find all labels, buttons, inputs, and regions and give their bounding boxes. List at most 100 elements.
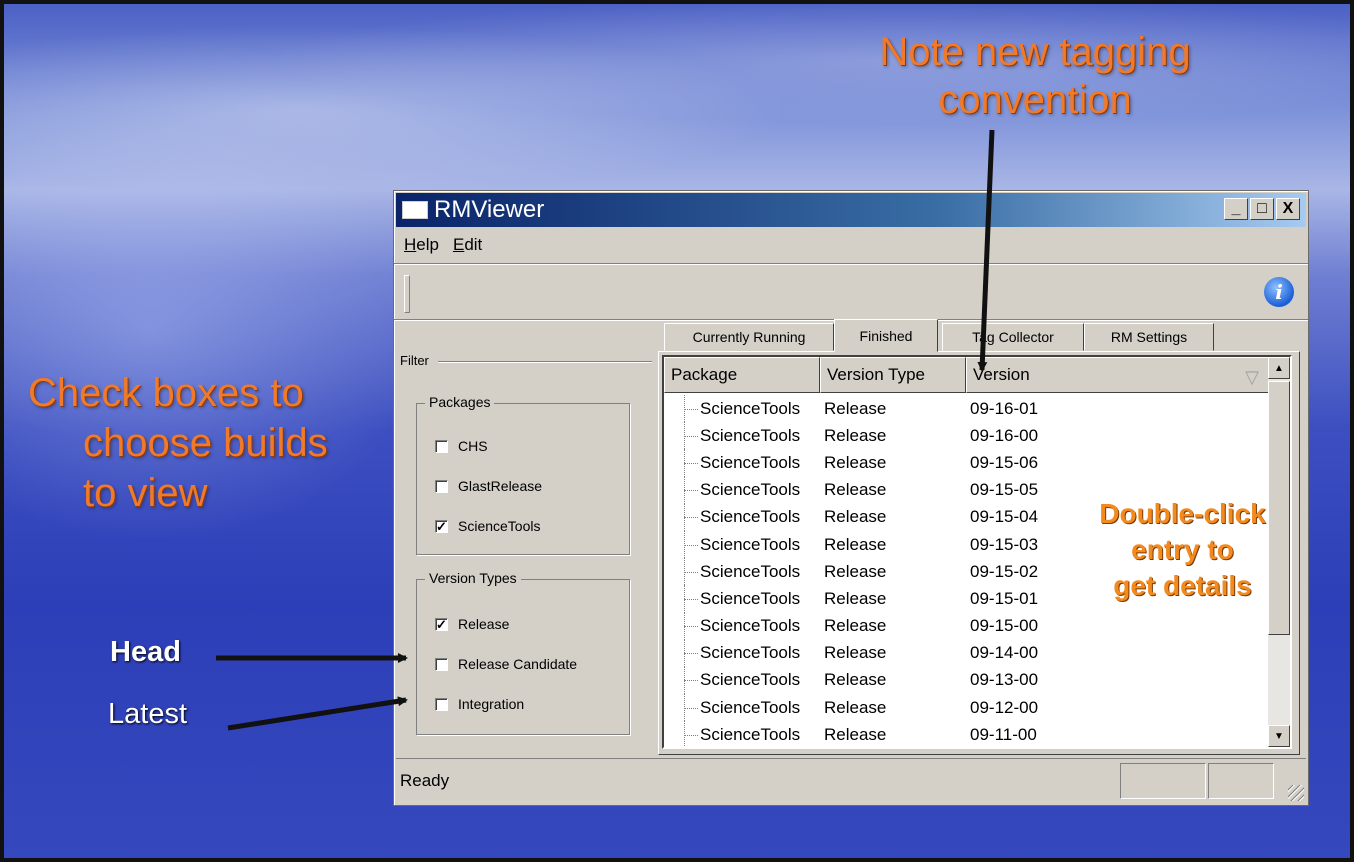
- tree-connector: [664, 694, 700, 722]
- column-header-package[interactable]: Package: [664, 357, 820, 393]
- cell-version: 09-13-00: [970, 670, 1039, 690]
- packages-group-title: Packages: [425, 394, 495, 410]
- version-checkbox-release[interactable]: ✓ Release: [435, 616, 509, 632]
- cell-version-type: Release: [824, 507, 887, 527]
- scroll-up-button[interactable]: ▲: [1268, 357, 1290, 379]
- sort-descending-icon: ▽: [1245, 367, 1259, 387]
- tree-connector: [664, 558, 700, 586]
- menu-help[interactable]: Help: [404, 235, 439, 255]
- table-row[interactable]: ScienceTools Release 09-16-01: [664, 395, 1270, 423]
- cell-version-type: Release: [824, 670, 887, 690]
- cell-package: ScienceTools: [700, 480, 801, 500]
- checkbox[interactable]: ✓: [435, 617, 448, 631]
- window-controls: _ □ X: [1224, 198, 1300, 220]
- status-bar: Ready: [396, 758, 1306, 803]
- double-click-note-line-2: entry to: [1131, 534, 1234, 565]
- menu-separator: [394, 263, 1308, 265]
- cell-package: ScienceTools: [700, 534, 801, 554]
- latest-arrow: [227, 696, 408, 731]
- tree-connector: [664, 503, 700, 532]
- cell-package: ScienceTools: [700, 588, 801, 608]
- cell-version-type: Release: [824, 724, 887, 744]
- minimize-button[interactable]: _: [1224, 198, 1248, 220]
- checkbox-note-line-2: choose builds: [83, 421, 328, 465]
- status-pane-1: [1120, 763, 1206, 799]
- checkbox[interactable]: [435, 479, 448, 493]
- cell-version-type: Release: [824, 452, 887, 472]
- packages-group: Packages CHS GlastRelease ✓ ScienceTools: [416, 394, 630, 555]
- column-header-version-type[interactable]: Version Type: [820, 357, 966, 393]
- status-pane-2: [1208, 763, 1274, 799]
- cell-version-type: Release: [824, 480, 887, 500]
- tab-rm-settings[interactable]: RM Settings: [1084, 323, 1214, 351]
- status-text: Ready: [400, 771, 450, 790]
- tab-currently-running[interactable]: Currently Running: [664, 323, 834, 351]
- filter-label: Filter: [400, 353, 429, 368]
- close-button[interactable]: X: [1276, 198, 1300, 220]
- resize-grip[interactable]: [1288, 785, 1304, 801]
- checkbox-label: ScienceTools: [458, 518, 541, 534]
- cell-package: ScienceTools: [700, 425, 801, 445]
- table-row[interactable]: ScienceTools Release 09-12-00: [664, 694, 1270, 722]
- cell-version-type: Release: [824, 588, 887, 608]
- tab-tag-collector[interactable]: Tag Collector: [942, 323, 1084, 351]
- cell-version-type: Release: [824, 398, 887, 418]
- package-checkbox-sciencetools[interactable]: ✓ ScienceTools: [435, 518, 541, 534]
- info-icon[interactable]: i: [1264, 277, 1294, 307]
- maximize-button[interactable]: □: [1250, 198, 1274, 220]
- column-header-version-label: Version: [973, 365, 1030, 384]
- cell-version: 09-15-00: [970, 616, 1039, 636]
- column-header-version[interactable]: Version ▽: [966, 357, 1270, 393]
- tab-finished[interactable]: Finished: [834, 319, 938, 352]
- cell-version: 09-14-00: [970, 643, 1039, 663]
- package-checkbox-chs[interactable]: CHS: [435, 438, 488, 454]
- table-row[interactable]: ScienceTools Release 09-14-00: [664, 639, 1270, 668]
- cell-version-type: Release: [824, 534, 887, 554]
- cell-package: ScienceTools: [700, 697, 801, 717]
- cell-package: ScienceTools: [700, 670, 801, 690]
- table-row[interactable]: ScienceTools Release 09-16-00: [664, 422, 1270, 450]
- cell-version: 09-15-06: [970, 452, 1039, 472]
- cell-version-type: Release: [824, 697, 887, 717]
- cell-package: ScienceTools: [700, 561, 801, 581]
- menu-edit[interactable]: Edit: [453, 235, 482, 255]
- cell-package: ScienceTools: [700, 452, 801, 472]
- checkbox[interactable]: [435, 439, 448, 453]
- toolbar-grip[interactable]: [404, 275, 410, 313]
- app-window-icon: [402, 201, 428, 219]
- checkbox[interactable]: [435, 657, 448, 671]
- cell-version: 09-16-01: [970, 398, 1039, 418]
- scroll-down-button[interactable]: ▼: [1268, 725, 1290, 747]
- cell-version: 09-11-00: [970, 724, 1037, 744]
- title-bar[interactable]: RMViewer _ □ X: [396, 193, 1306, 227]
- tree-connector: [664, 666, 700, 695]
- table-row[interactable]: ScienceTools Release 09-15-00: [664, 612, 1270, 640]
- checkbox-note-line-1: Check boxes to: [28, 371, 304, 415]
- cell-package: ScienceTools: [700, 507, 801, 527]
- checkbox[interactable]: [435, 697, 448, 711]
- table-row[interactable]: ScienceTools Release 09-11-00: [664, 721, 1270, 747]
- tree-connector: [664, 422, 700, 450]
- cell-version: 09-12-00: [970, 697, 1039, 717]
- version-types-group-title: Version Types: [425, 570, 521, 586]
- table-row[interactable]: ScienceTools Release 09-13-00: [664, 666, 1270, 695]
- version-types-group: Version Types ✓ Release Release Candidat…: [416, 570, 630, 735]
- cell-version-type: Release: [824, 616, 887, 636]
- tree-connector: [664, 449, 700, 477]
- cell-package: ScienceTools: [700, 643, 801, 663]
- checkbox-label: GlastRelease: [458, 478, 543, 494]
- table-row[interactable]: ScienceTools Release 09-15-06: [664, 449, 1270, 477]
- filter-divider: [438, 361, 652, 363]
- version-checkbox-release-candidate[interactable]: Release Candidate: [435, 656, 577, 672]
- version-checkbox-integration[interactable]: Integration: [435, 696, 524, 712]
- checkbox-label: Integration: [458, 696, 525, 712]
- checkbox[interactable]: ✓: [435, 519, 448, 533]
- double-click-note-line-3: get details: [1113, 570, 1252, 601]
- menu-bar: Help Edit: [404, 235, 482, 255]
- package-checkbox-glastrelease[interactable]: GlastRelease: [435, 478, 542, 494]
- cell-version-type: Release: [824, 561, 887, 581]
- cell-package: ScienceTools: [700, 616, 801, 636]
- tree-connector: [664, 721, 700, 747]
- tree-connector: [664, 395, 700, 423]
- cell-version-type: Release: [824, 643, 887, 663]
